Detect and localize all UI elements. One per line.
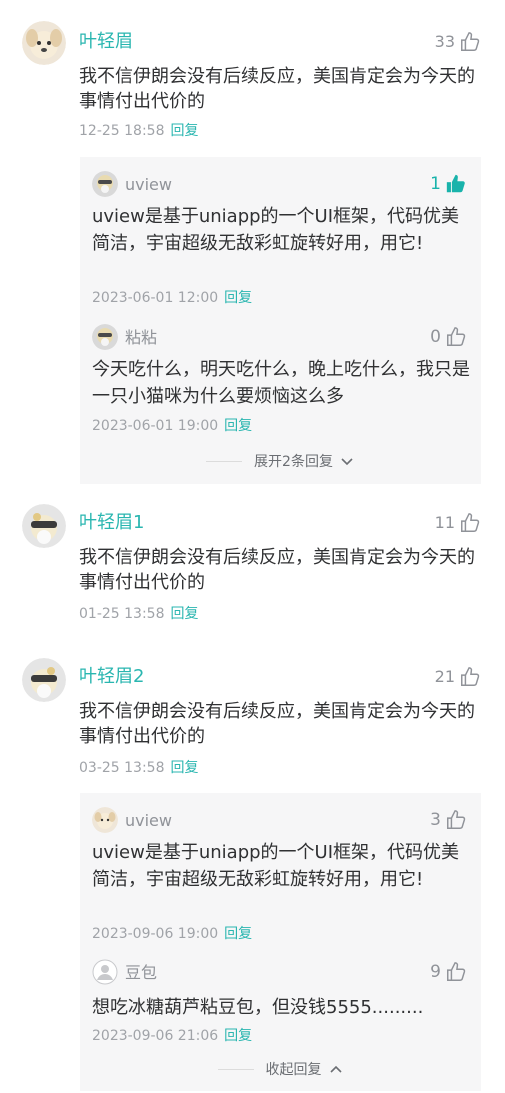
reply-author[interactable]: uview	[125, 810, 172, 832]
reply-link[interactable]: 回复	[224, 290, 252, 306]
avatar[interactable]	[92, 959, 118, 985]
comment-date: 01-25 13:58	[79, 606, 165, 622]
like-count: 21	[434, 667, 455, 686]
comment-meta: 01-25 13:58 回复	[79, 604, 198, 624]
reply-date: 2023-09-06 21:06	[92, 1028, 219, 1044]
reply-link[interactable]: 回复	[224, 1028, 252, 1044]
reply-link[interactable]: 回复	[170, 606, 198, 622]
comment-text: 我不信伊朗会没有后续反应，美国肯定会为今天的事情付出代价的	[79, 547, 475, 593]
thumb-up-icon	[445, 809, 467, 831]
like-count: 11	[434, 513, 455, 532]
comment-item: 叶轻眉 33 我不信伊朗会没有后续反应，美国肯定会为今天的事情付出代价的 12-…	[0, 0, 505, 150]
comment-item: 叶轻眉2 21 我不信伊朗会没有后续反应，美国肯定会为今天的事情付出代价的 03…	[0, 646, 505, 786]
reply-link[interactable]: 回复	[170, 760, 198, 776]
comment-author[interactable]: 叶轻眉	[79, 30, 133, 54]
comment-text: 我不信伊朗会没有后续反应，美国肯定会为今天的事情付出代价的	[79, 701, 475, 747]
collapse-replies-button[interactable]: 收起回复	[80, 1058, 481, 1080]
reply-author[interactable]: 豆包	[125, 962, 157, 984]
like-count: 9	[430, 962, 441, 982]
reply-link[interactable]: 回复	[224, 418, 252, 434]
reply-date: 2023-09-06 19:00	[92, 926, 219, 942]
chevron-down-icon	[339, 453, 355, 469]
like-count: 33	[434, 32, 455, 51]
like-button[interactable]: 21	[435, 665, 481, 689]
like-count: 1	[430, 174, 441, 194]
expand-replies-label: 展开2条回复	[254, 454, 333, 470]
like-button[interactable]: 0	[430, 325, 467, 349]
reply-list: uview 1 uview是基于uniapp的一个UI框架，代码优美简洁，宇宙超…	[80, 157, 481, 484]
like-count: 0	[430, 327, 441, 347]
comment-text: 我不信伊朗会没有后续反应，美国肯定会为今天的事情付出代价的	[79, 66, 475, 112]
avatar[interactable]	[22, 658, 66, 702]
thumb-up-icon	[445, 326, 467, 348]
like-count: 3	[430, 810, 441, 830]
reply-author[interactable]: uview	[125, 174, 172, 196]
reply-date: 2023-06-01 12:00	[92, 290, 219, 306]
comment-author[interactable]: 叶轻眉2	[79, 665, 144, 689]
like-button[interactable]: 11	[435, 511, 481, 535]
reply-list: uview 3 uview是基于uniapp的一个UI框架，代码优美简洁，宇宙超…	[80, 793, 481, 1091]
comment-date: 03-25 13:58	[79, 760, 165, 776]
thumb-up-icon	[459, 512, 481, 534]
thumb-up-icon	[445, 961, 467, 983]
like-button[interactable]: 33	[435, 30, 481, 54]
avatar[interactable]	[22, 21, 66, 65]
reply-meta: 2023-09-06 21:06 回复	[92, 1026, 252, 1046]
reply-text: 想吃冰糖葫芦粘豆包，但没钱5555.........	[92, 997, 424, 1018]
reply-link[interactable]: 回复	[224, 926, 252, 942]
collapse-replies-label: 收起回复	[265, 1062, 322, 1078]
reply-meta: 2023-06-01 12:00 回复	[92, 288, 252, 308]
avatar[interactable]	[92, 807, 118, 833]
thumb-up-icon	[459, 31, 481, 53]
like-button[interactable]: 3	[430, 808, 467, 832]
expand-replies-button[interactable]: 展开2条回复	[80, 450, 481, 472]
reply-meta: 2023-06-01 19:00 回复	[92, 416, 252, 436]
reply-text: 今天吃什么，明天吃什么，晚上吃什么，我只是一只小猫咪为什么要烦恼这么多	[92, 359, 470, 407]
avatar[interactable]	[92, 324, 118, 350]
comment-item: 叶轻眉1 11 我不信伊朗会没有后续反应，美国肯定会为今天的事情付出代价的 01…	[0, 492, 505, 632]
reply-text: uview是基于uniapp的一个UI框架，代码优美简洁，宇宙超级无敌彩虹旋转好…	[92, 206, 460, 254]
avatar[interactable]	[92, 171, 118, 197]
thumb-up-filled-icon	[445, 173, 467, 195]
divider	[206, 460, 243, 462]
chevron-up-icon	[328, 1061, 344, 1077]
reply-author[interactable]: 粘粘	[125, 327, 157, 349]
reply-date: 2023-06-01 19:00	[92, 418, 219, 434]
divider	[217, 1068, 254, 1070]
comment-author[interactable]: 叶轻眉1	[79, 511, 144, 535]
like-button[interactable]: 1	[430, 172, 467, 196]
comment-meta: 03-25 13:58 回复	[79, 758, 198, 778]
comment-date: 12-25 18:58	[79, 123, 165, 139]
avatar[interactable]	[22, 504, 66, 548]
thumb-up-icon	[459, 666, 481, 688]
reply-meta: 2023-09-06 19:00 回复	[92, 924, 252, 944]
like-button[interactable]: 9	[430, 960, 467, 984]
comment-meta: 12-25 18:58 回复	[79, 121, 198, 141]
reply-link[interactable]: 回复	[170, 123, 198, 139]
reply-text: uview是基于uniapp的一个UI框架，代码优美简洁，宇宙超级无敌彩虹旋转好…	[92, 842, 460, 890]
